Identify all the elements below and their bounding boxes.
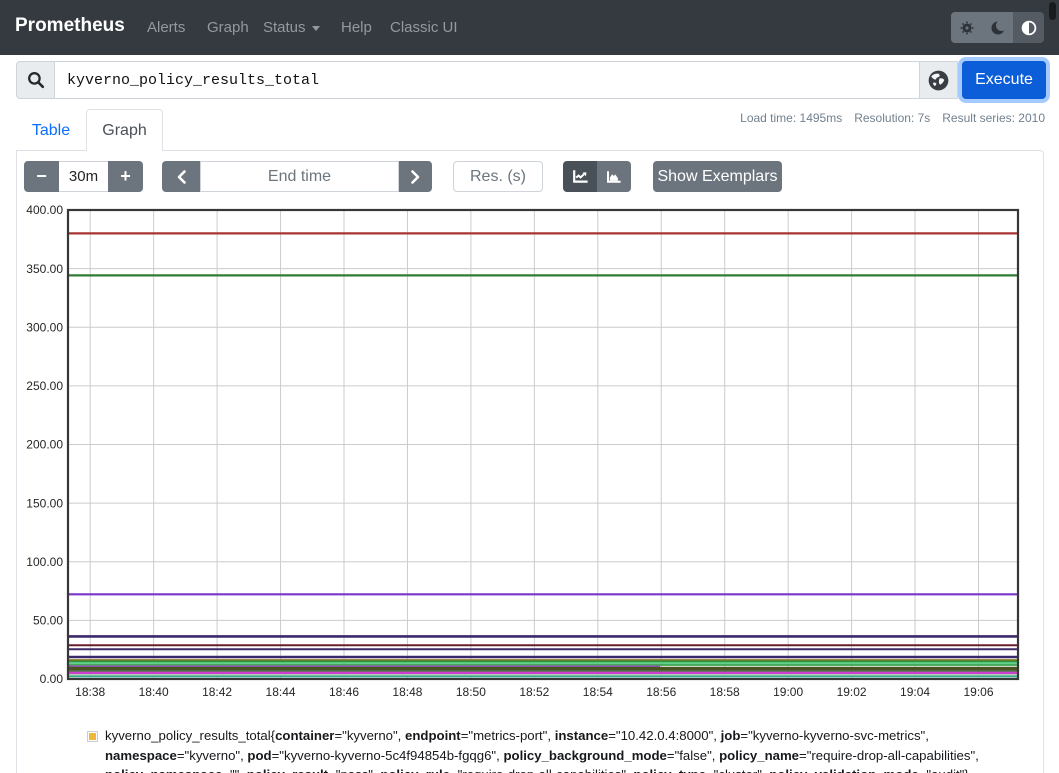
svg-text:19:00: 19:00 (773, 685, 803, 699)
svg-text:400.00: 400.00 (26, 203, 63, 217)
svg-text:50.00: 50.00 (33, 614, 63, 628)
svg-text:18:44: 18:44 (266, 685, 296, 699)
svg-text:18:42: 18:42 (202, 685, 232, 699)
svg-text:350.00: 350.00 (26, 262, 63, 276)
svg-text:19:04: 19:04 (900, 685, 930, 699)
svg-text:18:56: 18:56 (646, 685, 676, 699)
svg-text:18:38: 18:38 (75, 685, 105, 699)
svg-text:18:50: 18:50 (456, 685, 486, 699)
svg-text:18:46: 18:46 (329, 685, 359, 699)
svg-text:19:02: 19:02 (837, 685, 867, 699)
svg-text:18:54: 18:54 (583, 685, 613, 699)
svg-text:18:40: 18:40 (139, 685, 169, 699)
svg-text:18:48: 18:48 (392, 685, 422, 699)
svg-text:18:58: 18:58 (710, 685, 740, 699)
svg-text:100.00: 100.00 (26, 555, 63, 569)
svg-text:300.00: 300.00 (26, 320, 63, 334)
svg-text:200.00: 200.00 (26, 438, 63, 452)
svg-text:19:06: 19:06 (963, 685, 993, 699)
svg-text:150.00: 150.00 (26, 496, 63, 510)
svg-text:18:52: 18:52 (519, 685, 549, 699)
svg-text:250.00: 250.00 (26, 379, 63, 393)
svg-text:0.00: 0.00 (40, 672, 64, 686)
